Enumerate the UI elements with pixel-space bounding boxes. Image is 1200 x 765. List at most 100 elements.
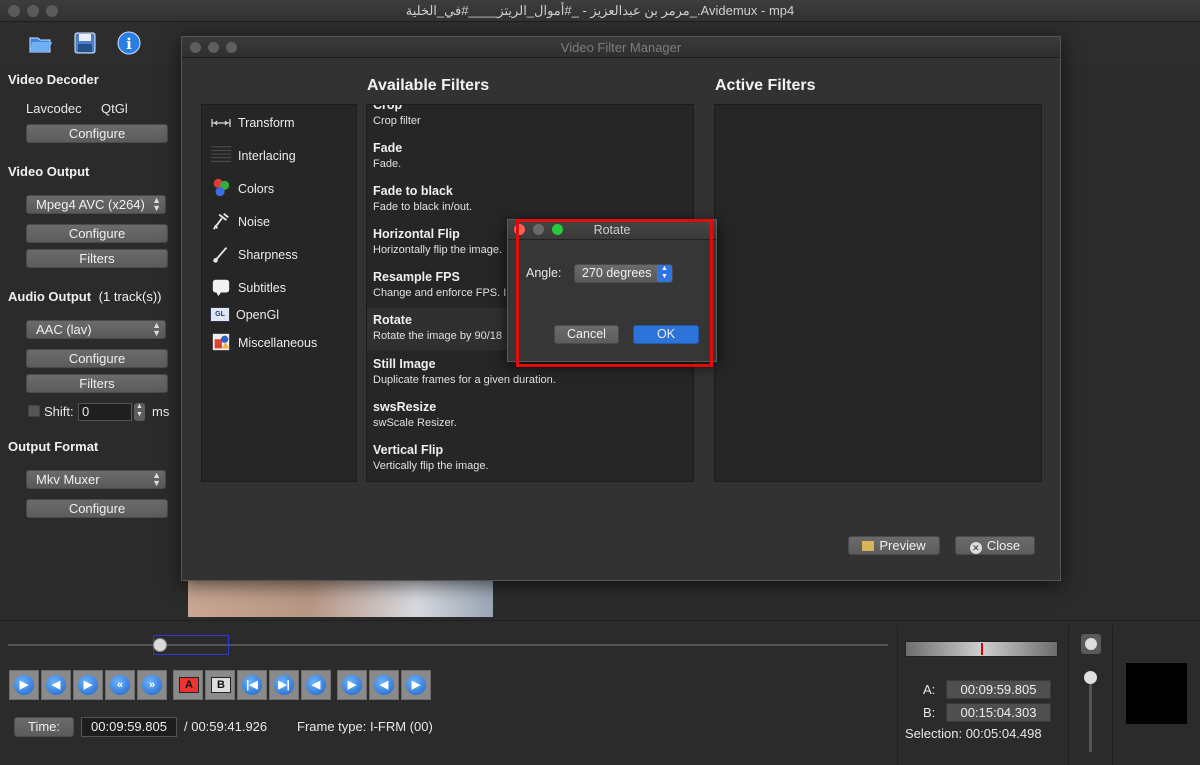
category-label: Transform: [238, 116, 295, 130]
window-title: مرمر بن عبدالعزيز - _#أموال_الريتز____#ف…: [405, 3, 795, 18]
active-filters-heading: Active Filters: [715, 77, 816, 94]
timeline-handle[interactable]: [153, 638, 167, 652]
shift-input[interactable]: 0: [78, 403, 132, 421]
dialog-title-bar: Video Filter Manager: [182, 37, 1060, 58]
filter-item-crop[interactable]: Crop Crop filter: [373, 104, 693, 132]
volume-button[interactable]: [1081, 634, 1101, 654]
goto-start-icon: |◀: [242, 675, 262, 695]
marker-a-label: A:: [923, 682, 936, 697]
category-label: Colors: [238, 182, 275, 196]
play-button[interactable]: ▶: [9, 670, 39, 700]
audio-track-count: (1 track(s)): [98, 289, 162, 304]
category-label: OpenGl: [236, 308, 280, 322]
info-icon[interactable]: i: [116, 30, 142, 56]
rewind-icon: «: [110, 675, 130, 695]
timeline-track[interactable]: [8, 644, 888, 646]
category-label: Subtitles: [238, 281, 286, 295]
svg-text:i: i: [126, 35, 132, 53]
category-transform[interactable]: Transform: [210, 113, 350, 133]
total-duration: / 00:59:41.926: [184, 719, 268, 734]
audio-codec-select[interactable]: AAC (lav) ▲ ▼: [26, 320, 166, 339]
video-codec-value: Mpeg4 AVC (x264): [36, 197, 145, 212]
meter-marker: [981, 643, 983, 655]
output-format-title: Output Format: [8, 439, 99, 454]
volume-slider-track[interactable]: [1089, 672, 1092, 752]
save-icon[interactable]: [72, 30, 98, 56]
audio-output-title: Audio Output (1 track(s)): [8, 289, 162, 304]
output-configure-button[interactable]: Configure: [26, 499, 168, 518]
marker-a-icon: A: [179, 677, 199, 693]
arrow-left-icon: ◀: [46, 675, 66, 695]
filter-item-swsresize[interactable]: swsResize swScale Resizer.: [373, 400, 693, 434]
selection-duration: Selection: 00:05:04.498: [905, 726, 1042, 741]
time-button[interactable]: Time:: [14, 717, 74, 737]
volume-slider-handle[interactable]: [1084, 671, 1097, 684]
main-title-bar: مرمر بن عبدالعزيز - _#أموال_الريتز____#ف…: [0, 0, 1200, 22]
colors-icon: [213, 178, 230, 197]
open-icon[interactable]: [28, 30, 54, 56]
goto-marker-a-button[interactable]: |◀: [237, 670, 267, 700]
next-frame-button[interactable]: ▶: [73, 670, 103, 700]
marker-b-time[interactable]: 00:15:04.303: [946, 703, 1051, 722]
category-label: Sharpness: [238, 248, 298, 262]
shift-checkbox[interactable]: [28, 405, 40, 417]
filter-desc: Fade to black in/out.: [373, 201, 473, 213]
prev-black-frame-button[interactable]: ◀: [301, 670, 331, 700]
marker-a-time[interactable]: 00:09:59.805: [946, 680, 1051, 699]
prev-keyframe-button[interactable]: «: [105, 670, 135, 700]
muxer-value: Mkv Muxer: [36, 472, 100, 487]
filter-item-fade-to-black[interactable]: Fade to black Fade to black in/out.: [373, 184, 693, 218]
category-noise[interactable]: Noise: [210, 211, 350, 233]
filter-name: swsResize: [373, 400, 437, 414]
filter-desc: Vertically flip the image.: [373, 460, 489, 472]
video-codec-select[interactable]: Mpeg4 AVC (x264) ▲ ▼: [26, 195, 166, 214]
set-marker-b-button[interactable]: B: [205, 670, 235, 700]
opengl-icon: GL: [210, 307, 230, 322]
filter-name: Crop: [373, 104, 403, 112]
preview-button[interactable]: Preview: [848, 536, 940, 555]
video-output-title: Video Output: [8, 164, 90, 179]
goto-marker-b-button[interactable]: ▶|: [269, 670, 299, 700]
goto-last-button[interactable]: ▶: [401, 670, 431, 700]
close-label: Close: [986, 538, 1021, 553]
category-opengl[interactable]: GL OpenGl: [210, 306, 350, 326]
next-keyframe-button[interactable]: »: [137, 670, 167, 700]
goto-first-button[interactable]: ◀: [369, 670, 399, 700]
audio-filters-button[interactable]: Filters: [26, 374, 168, 393]
video-filters-button[interactable]: Filters: [26, 249, 168, 268]
divider: [1068, 625, 1069, 765]
filter-item-fade[interactable]: Fade Fade.: [373, 141, 693, 175]
filter-desc: Fade.: [373, 158, 402, 170]
volume-meter: [905, 641, 1058, 657]
set-marker-a-button[interactable]: A: [173, 670, 203, 700]
shift-stepper[interactable]: ▲ ▼: [134, 403, 145, 421]
category-subtitles[interactable]: Subtitles: [210, 277, 350, 299]
marker-b-label: B:: [923, 705, 936, 720]
category-sharpness[interactable]: Sharpness: [210, 244, 350, 266]
video-configure-button[interactable]: Configure: [26, 224, 168, 243]
prev-frame-button[interactable]: ◀: [41, 670, 71, 700]
filter-desc: swScale Resizer.: [373, 417, 457, 429]
available-filters-heading: Available Filters: [367, 77, 490, 94]
highlight-box: [516, 219, 713, 367]
preview-icon: [862, 541, 875, 551]
video-preview: [188, 581, 493, 617]
decoder-configure-button[interactable]: Configure: [26, 124, 168, 143]
marker-b-icon: B: [211, 677, 231, 693]
category-interlacing[interactable]: Interlacing: [210, 145, 350, 167]
current-time-field[interactable]: 00:09:59.805: [81, 717, 177, 737]
miscellaneous-icon: [212, 333, 230, 351]
filter-name: Fade to black: [373, 184, 453, 198]
category-miscellaneous[interactable]: Miscellaneous: [210, 332, 350, 354]
shift-label: Shift:: [44, 404, 74, 419]
audio-configure-button[interactable]: Configure: [26, 349, 168, 368]
transform-icon: [211, 119, 231, 127]
active-filter-list[interactable]: [714, 104, 1042, 482]
video-decoder-title: Video Decoder: [8, 72, 99, 87]
decoder-renderer-label: QtGl: [101, 101, 128, 116]
muxer-select[interactable]: Mkv Muxer ▲ ▼: [26, 470, 166, 489]
filter-item-vertical-flip[interactable]: Vertical Flip Vertically flip the image.: [373, 443, 693, 477]
next-black-frame-button[interactable]: ▶: [337, 670, 367, 700]
category-colors[interactable]: Colors: [210, 178, 350, 200]
close-button[interactable]: ✕ Close: [955, 536, 1035, 555]
